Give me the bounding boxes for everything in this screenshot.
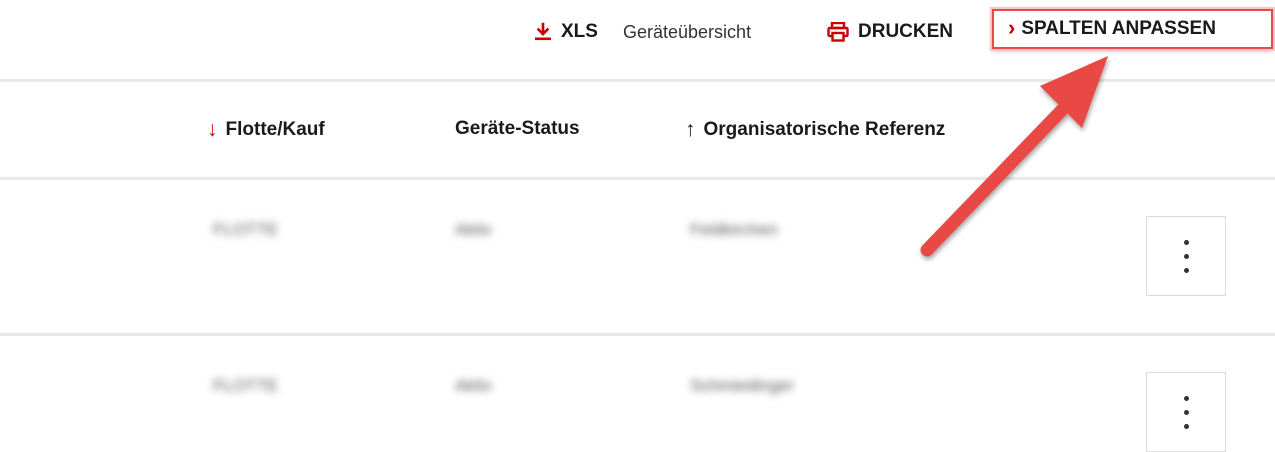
cell-org-reference: Schmiedinger: [690, 376, 794, 395]
chevron-right-icon: ›: [1008, 15, 1016, 40]
download-icon: [535, 22, 551, 41]
cell-status: Aktiv: [455, 220, 492, 239]
dot: [1183, 423, 1189, 429]
more-vertical-icon: [1183, 395, 1189, 401]
xls-description: Geräteübersicht: [623, 21, 752, 42]
row-menu-button[interactable]: [1146, 372, 1226, 452]
divider: [0, 79, 1275, 82]
xls-export-button[interactable]: XLS: [533, 17, 598, 47]
column-header-status[interactable]: Geräte-Status: [455, 118, 580, 140]
dot: [1183, 409, 1189, 415]
toolbar: XLS Geräteübersicht DRUCKEN › SPALTEN AN…: [0, 0, 1275, 64]
row-menu-button[interactable]: [1146, 216, 1226, 296]
cell-org-reference: Feldkirchen: [690, 220, 778, 239]
column-header-label: Organisatorische Referenz: [703, 119, 946, 140]
cell-status: Aktiv: [455, 376, 492, 395]
column-header-org-reference[interactable]: ↑ Organisatorische Referenz: [685, 118, 945, 142]
print-button[interactable]: DRUCKEN: [827, 17, 953, 47]
xls-label: XLS: [561, 21, 598, 42]
more-vertical-icon: [1183, 239, 1189, 245]
cell-fleet: FLOTTE: [213, 220, 279, 239]
printer-icon: [827, 22, 849, 42]
customize-columns-label: SPALTEN ANPASSEN: [1021, 18, 1216, 39]
table-row[interactable]: FLOTTE Aktiv Feldkirchen: [0, 180, 1275, 335]
dot: [1183, 253, 1189, 259]
table-row[interactable]: FLOTTE Aktiv Schmiedinger: [0, 336, 1275, 452]
dot: [1183, 267, 1189, 273]
print-label: DRUCKEN: [858, 21, 953, 42]
sort-desc-icon: ↓: [207, 118, 218, 141]
column-header-label: Geräte-Status: [455, 118, 580, 139]
customize-columns-button[interactable]: › SPALTEN ANPASSEN: [992, 9, 1273, 49]
sort-asc-icon: ↑: [685, 118, 696, 141]
cell-fleet: FLOTTE: [213, 376, 279, 395]
column-header-fleet[interactable]: ↓ Flotte/Kauf: [207, 118, 325, 142]
column-header-label: Flotte/Kauf: [225, 119, 325, 140]
